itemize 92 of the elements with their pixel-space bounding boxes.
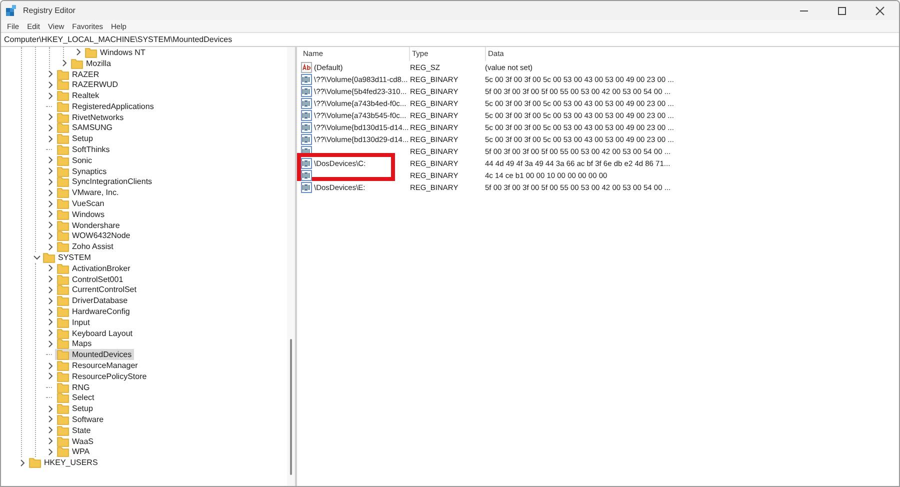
tree-item[interactable]: Software [55,414,106,425]
tree-item[interactable]: Synaptics [55,166,109,177]
tree-item[interactable]: WOW6432Node [55,230,132,242]
folder-icon [57,133,69,144]
tree-item[interactable]: Maps [55,338,94,350]
tree-item[interactable]: CurrentControlSet [55,284,138,296]
folder-icon [57,436,69,447]
tree-item[interactable]: DriverDatabase [55,295,130,306]
tree-item[interactable]: ActivationBroker [55,262,132,274]
folder-icon [57,424,69,436]
folder-icon [57,230,69,242]
tree-item[interactable]: Setup [55,403,95,414]
folder-icon [57,187,69,198]
tree-item[interactable]: VMware, Inc. [55,187,121,198]
folder-icon [57,403,69,414]
tree-item[interactable]: State [55,424,93,436]
tree-item[interactable]: Sonic [55,154,94,166]
folder-icon [57,414,69,425]
scrollbar-thumb[interactable] [290,339,292,475]
binary-value-icon [301,158,312,168]
folder-icon [71,58,83,69]
tree-item[interactable]: SoftThinks [55,144,112,156]
folder-icon [57,144,69,156]
close-icon [875,6,885,16]
tree-item[interactable]: RegisteredApplications [55,100,156,112]
folder-icon [29,457,41,468]
folder-icon [57,295,69,306]
folder-icon [57,262,69,274]
folder-icon [57,154,69,166]
maximize-icon [837,6,847,16]
tree-item[interactable]: Keyboard Layout [55,328,134,339]
folder-icon [57,79,69,90]
binary-value-icon [301,134,312,144]
tree-item[interactable]: HardwareConfig [55,306,132,318]
registry-icon [6,5,17,16]
folder-icon [57,274,69,285]
tree-item[interactable]: Select [55,392,96,404]
folder-icon [57,392,69,404]
folder-icon [43,252,55,264]
tree-item[interactable]: RAZERWUD [55,79,120,90]
tree-item[interactable]: ControlSet001 [55,274,126,285]
folder-icon [57,166,69,177]
tree-item[interactable]: WPA [55,446,92,458]
folder-icon [57,370,69,382]
window-title: Registry Editor [23,6,76,15]
tree-item[interactable]: WaaS [55,436,96,447]
tree-item[interactable]: ResourceManager [55,360,140,372]
address-bar[interactable]: Computer\HKEY_LOCAL_MACHINE\SYSTEM\MountedDevices [1,32,899,47]
binary-value-icon [301,86,312,96]
folder-icon [57,100,69,112]
tree-item[interactable]: SYSTEM [41,252,93,264]
folder-icon [57,220,69,231]
tree-item[interactable]: Zoho Assist [55,241,116,252]
tree-item[interactable]: RivetNetworks [55,112,126,123]
folder-icon [85,47,97,58]
folder-icon [57,112,69,123]
folder-icon [57,316,69,328]
tree-item[interactable]: Wondershare [55,220,122,231]
folder-icon [57,122,69,134]
tree-item[interactable]: RNG [55,382,92,393]
folder-icon [57,208,69,220]
folder-icon [57,90,69,102]
tree-item[interactable]: Realtek [55,90,102,102]
folder-icon [57,446,69,458]
tree-item[interactable]: Windows NT [83,47,148,58]
tree-item[interactable]: SyncIntegrationClients [55,176,154,188]
folder-icon [57,198,69,210]
tree-item[interactable]: ResourcePolicyStore [55,370,149,382]
binary-value-icon [301,170,312,180]
folder-icon [57,349,69,360]
folder-icon [57,284,69,296]
folder-icon [57,68,69,80]
string-value-icon [301,62,312,72]
tree-item[interactable]: Mozilla [69,58,113,69]
folder-icon [57,176,69,188]
folder-icon [57,306,69,318]
tree-item[interactable]: HKEY_USERS [27,457,100,468]
tree-item[interactable]: Windows [55,208,106,220]
tree-item[interactable]: VueScan [55,198,106,210]
folder-icon [57,382,69,393]
tree-item[interactable]: Setup [55,133,95,144]
tree-item[interactable]: MountedDevices [55,349,134,360]
tree-item[interactable]: SAMSUNG [55,122,114,134]
binary-value-icon [301,122,312,132]
folder-icon [57,328,69,339]
folder-icon [57,241,69,252]
binary-value-icon [301,74,312,84]
binary-value-icon [301,182,312,192]
binary-value-icon [301,110,312,120]
binary-value-icon [301,98,312,108]
tree-item[interactable]: RAZER [55,68,102,80]
tree-item[interactable]: Input [55,316,92,328]
